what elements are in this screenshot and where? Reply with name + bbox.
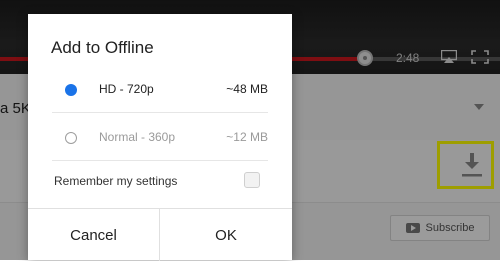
divider bbox=[52, 160, 268, 161]
remember-settings-checkbox[interactable] bbox=[244, 172, 260, 188]
option-normal-label: Normal - 360p bbox=[99, 130, 176, 144]
radio-normal[interactable] bbox=[65, 132, 77, 144]
divider bbox=[52, 112, 268, 113]
option-hd-label: HD - 720p bbox=[99, 82, 154, 96]
option-hd-size: ~48 MB bbox=[226, 82, 268, 96]
dialog-button-row: Cancel OK bbox=[28, 208, 292, 261]
option-normal-size: ~12 MB bbox=[226, 130, 268, 144]
add-to-offline-dialog: Add to Offline HD - 720p ~48 MB Normal -… bbox=[28, 14, 292, 261]
remember-settings-label: Remember my settings bbox=[54, 174, 178, 188]
radio-hd[interactable] bbox=[65, 84, 77, 96]
cancel-button[interactable]: Cancel bbox=[28, 209, 160, 261]
option-normal[interactable]: Normal - 360p ~12 MB bbox=[28, 114, 292, 160]
option-hd[interactable]: HD - 720p ~48 MB bbox=[28, 66, 292, 112]
dialog-title: Add to Offline bbox=[51, 38, 154, 57]
ok-button[interactable]: OK bbox=[160, 209, 292, 261]
